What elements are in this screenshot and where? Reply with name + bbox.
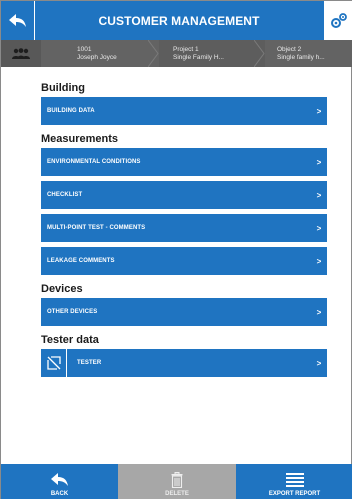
environmental-conditions-button[interactable]: ENVIRONMENTAL CONDITIONS >: [41, 148, 327, 176]
back-button[interactable]: BACK: [1, 464, 118, 499]
breadcrumb: 1001 Joseph Joyce Project 1 Single Famil…: [1, 40, 352, 67]
item-label: MULTI-POINT TEST - COMMENTS: [47, 225, 146, 231]
section-heading-tester: Tester data: [41, 334, 99, 346]
chevron-right-icon: >: [316, 223, 322, 233]
object-type: Single family h...: [277, 53, 325, 61]
top-bar: CUSTOMER MANAGEMENT: [1, 1, 352, 40]
bottom-toolbar: BACK DELETE EXPORT REPORT: [1, 464, 352, 499]
delete-label: DELETE: [165, 491, 189, 497]
multi-point-test-comments-button[interactable]: MULTI-POINT TEST - COMMENTS >: [41, 214, 327, 242]
other-devices-button[interactable]: OTHER DEVICES >: [41, 298, 327, 326]
delete-button[interactable]: DELETE: [118, 464, 236, 499]
back-arrow-icon: [8, 13, 26, 27]
people-icon: [12, 47, 30, 59]
chevron-right-icon: >: [316, 307, 322, 317]
back-arrow-icon: [50, 473, 68, 486]
item-label: BUILDING DATA: [47, 108, 95, 114]
menu-lines-icon: [285, 473, 304, 487]
leakage-comments-button[interactable]: LEAKAGE COMMENTS >: [41, 247, 327, 275]
gears-icon: [330, 12, 347, 28]
breadcrumb-object[interactable]: Object 2 Single family h...: [265, 40, 352, 67]
chevron-right-icon: >: [316, 106, 322, 116]
building-data-button[interactable]: BUILDING DATA >: [41, 97, 327, 125]
item-label: ENVIRONMENTAL CONDITIONS: [47, 159, 141, 165]
chevron-right-icon: >: [316, 358, 322, 368]
back-label: BACK: [50, 491, 69, 497]
section-heading-devices: Devices: [41, 283, 83, 295]
object-name: Object 2: [277, 46, 302, 53]
main-content: Building BUILDING DATA > Measurements EN…: [41, 79, 327, 382]
project-type: Single Family H...: [173, 53, 224, 61]
breadcrumb-home[interactable]: [1, 40, 41, 67]
back-arrow-button[interactable]: [1, 1, 35, 40]
item-label: TESTER: [77, 360, 102, 366]
chevron-right-icon: >: [316, 190, 322, 200]
chevron-right-icon: >: [316, 157, 322, 167]
project-name: Project 1: [173, 46, 199, 53]
checklist-button[interactable]: CHECKLIST >: [41, 181, 327, 209]
item-label: LEAKAGE COMMENTS: [47, 258, 115, 264]
item-label: CHECKLIST: [47, 192, 83, 198]
section-heading-building: Building: [41, 82, 85, 94]
page-title: CUSTOMER MANAGEMENT: [98, 13, 260, 28]
settings-button[interactable]: [323, 1, 352, 40]
customer-id: 1001: [77, 46, 92, 53]
export-report-button[interactable]: EXPORT REPORT: [236, 464, 352, 499]
section-heading-measurements: Measurements: [41, 133, 119, 145]
export-label: EXPORT REPORT: [268, 491, 321, 497]
chevron-right-icon: >: [316, 256, 322, 266]
customer-name: Joseph Joyce: [77, 53, 117, 61]
breadcrumb-project[interactable]: Project 1 Single Family H...: [159, 40, 265, 67]
item-label: OTHER DEVICES: [47, 309, 98, 315]
trash-icon: [171, 472, 183, 488]
breadcrumb-customer[interactable]: 1001 Joseph Joyce: [41, 40, 159, 67]
tester-edit-area[interactable]: [41, 349, 67, 377]
tester-button[interactable]: TESTER >: [41, 349, 327, 377]
edit-icon: [46, 356, 61, 370]
